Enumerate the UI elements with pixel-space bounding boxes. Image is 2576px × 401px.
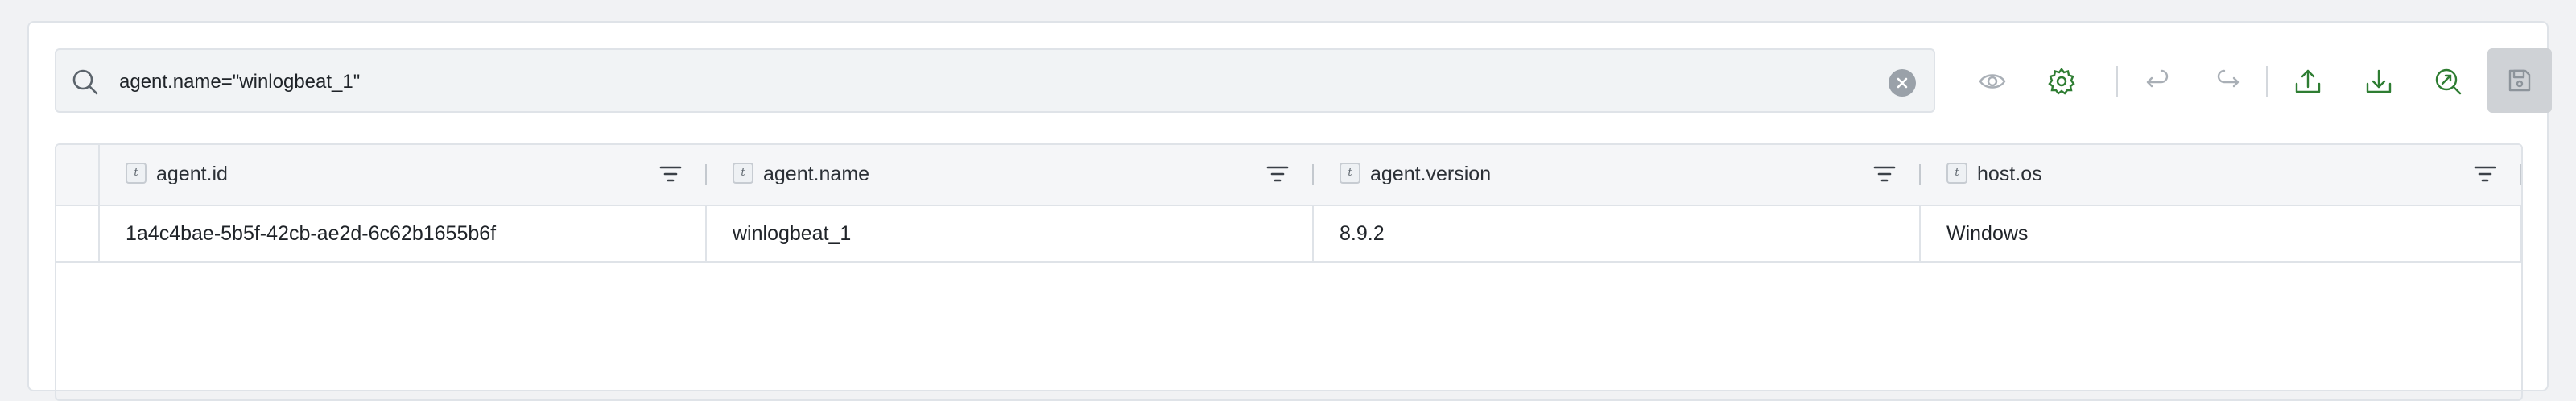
- filter-icon[interactable]: [2473, 163, 2497, 185]
- table-cell[interactable]: winlogbeat_1: [707, 206, 1314, 261]
- column-label: agent.id: [156, 163, 228, 185]
- column-label: agent.name: [763, 163, 870, 185]
- cell-value: 1a4c4bae-5b5f-42cb-ae2d-6c62b1655b6f: [126, 222, 497, 245]
- table-header: t agent.id t agent.name t agent.version …: [56, 145, 2521, 206]
- toggle-preview-button[interactable]: [1975, 64, 2009, 98]
- filter-icon[interactable]: [1265, 163, 1290, 185]
- filter-icon[interactable]: [658, 163, 683, 185]
- column-header-agent-version[interactable]: t agent.version: [1314, 145, 1921, 205]
- redo-icon: [2217, 69, 2240, 88]
- text-type-icon: t: [1946, 163, 1967, 184]
- cell-value: Windows: [1946, 222, 2029, 245]
- table-cell[interactable]: 8.9.2: [1314, 206, 1921, 261]
- close-icon: [1897, 77, 1908, 89]
- toolbar-divider: [2266, 66, 2268, 97]
- clear-search-button[interactable]: [1889, 69, 1916, 97]
- redo-button[interactable]: [2211, 64, 2244, 98]
- upload-button[interactable]: [2291, 64, 2325, 98]
- download-icon: [2366, 69, 2392, 93]
- column-header-host-os[interactable]: t host.os: [1921, 145, 2521, 205]
- table-cell[interactable]: 1a4c4bae-5b5f-42cb-ae2d-6c62b1655b6f: [100, 206, 707, 261]
- inspect-query-button[interactable]: [2431, 64, 2465, 98]
- query-panel: t agent.id t agent.name: [27, 21, 2552, 401]
- save-icon: [2508, 69, 2531, 92]
- search-icon: [72, 69, 98, 95]
- filter-icon[interactable]: [1872, 163, 1897, 185]
- row-selector-header: [56, 145, 100, 205]
- eye-icon: [1979, 74, 2006, 89]
- search-bar[interactable]: [55, 48, 1935, 113]
- undo-button[interactable]: [2141, 64, 2175, 98]
- download-button[interactable]: [2362, 64, 2396, 98]
- search-input[interactable]: [118, 61, 1860, 103]
- toolbar-divider: [2116, 66, 2118, 97]
- gear-icon: [2048, 68, 2075, 95]
- column-resize-handle[interactable]: [2520, 164, 2521, 185]
- cell-value: 8.9.2: [1340, 222, 1385, 245]
- row-selector[interactable]: [56, 206, 100, 261]
- table-row[interactable]: 1a4c4bae-5b5f-42cb-ae2d-6c62b1655b6f win…: [56, 206, 2521, 263]
- column-label: agent.version: [1370, 163, 1492, 185]
- column-header-agent-name[interactable]: t agent.name: [707, 145, 1314, 205]
- results-table: t agent.id t agent.name t agent.version …: [55, 143, 2523, 401]
- column-header-agent-id[interactable]: t agent.id: [100, 145, 707, 205]
- search-link-icon: [2435, 68, 2462, 95]
- table-cell[interactable]: Windows: [1921, 206, 2521, 261]
- settings-button[interactable]: [2045, 64, 2079, 98]
- cell-value: winlogbeat_1: [733, 222, 852, 245]
- undo-icon: [2146, 69, 2169, 88]
- upload-icon: [2295, 69, 2321, 93]
- text-type-icon: t: [1340, 163, 1360, 184]
- text-type-icon: t: [126, 163, 147, 184]
- text-type-icon: t: [733, 163, 753, 184]
- save-button[interactable]: [2487, 48, 2552, 113]
- column-label: host.os: [1977, 163, 2042, 185]
